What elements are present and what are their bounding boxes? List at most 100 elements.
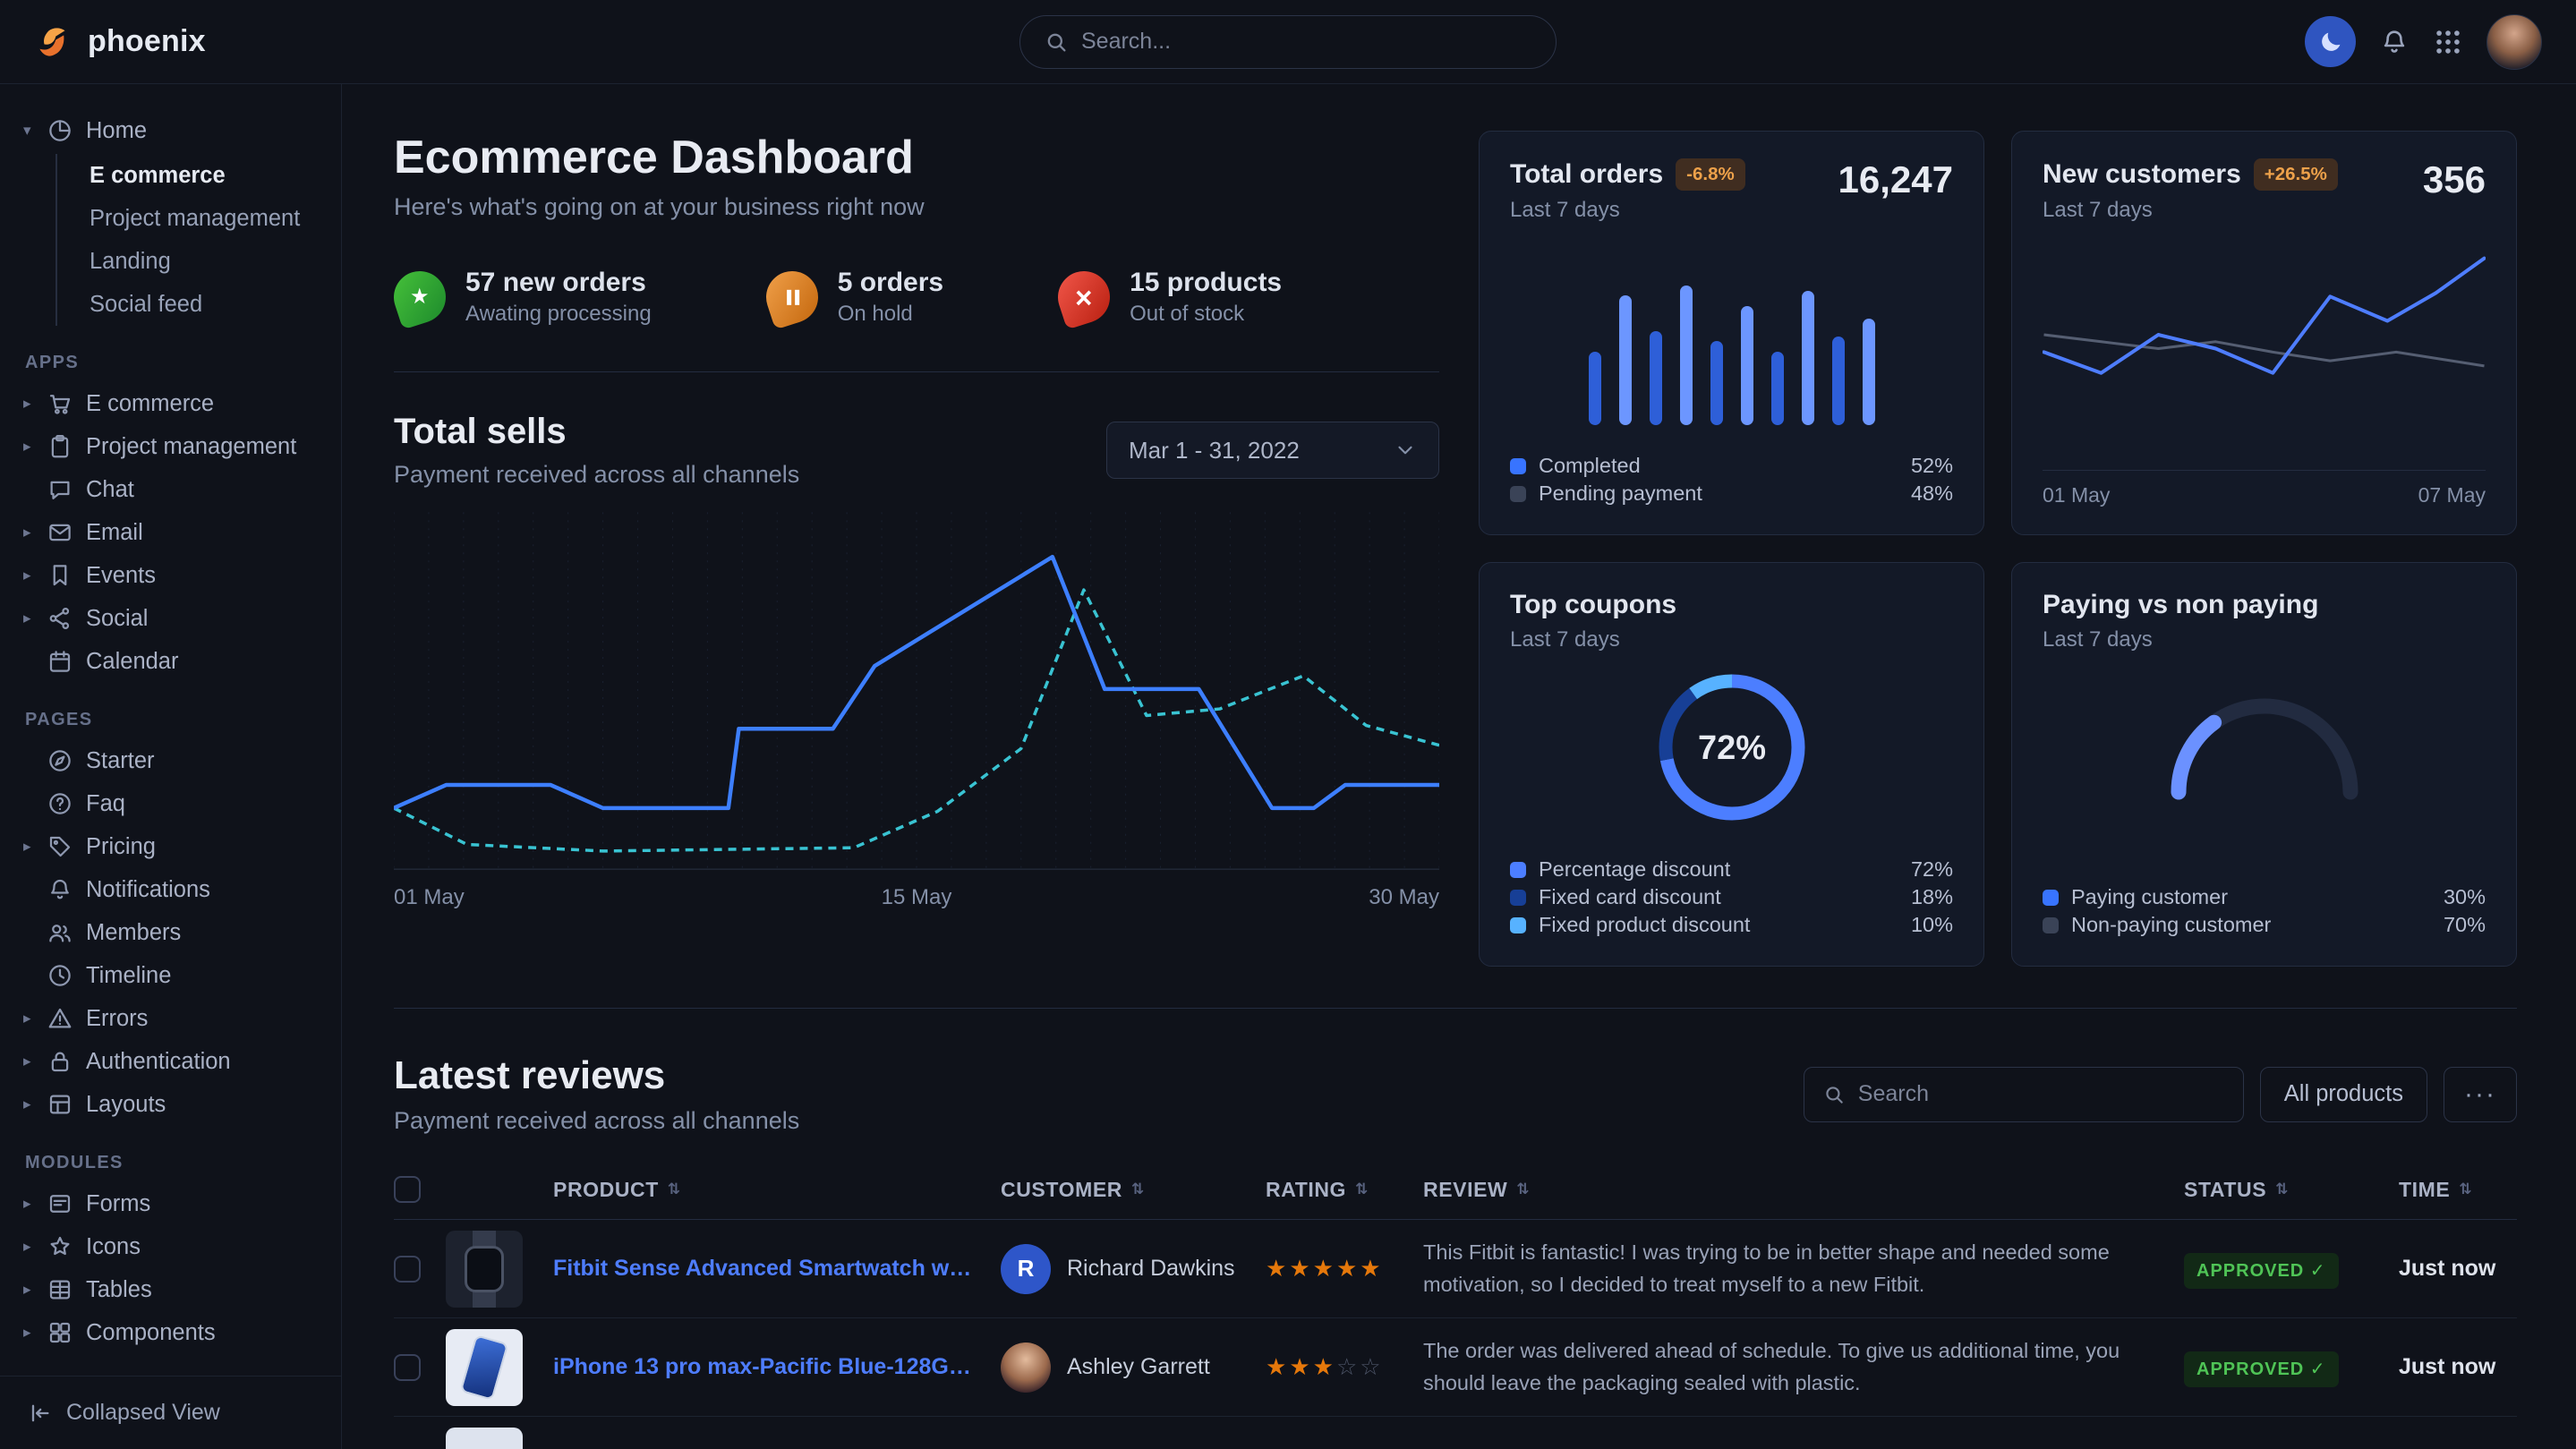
search-input[interactable] — [1081, 29, 1532, 55]
sidebar-item-home[interactable]: ▾ Home — [23, 109, 320, 152]
more-options-button[interactable]: ··· — [2444, 1067, 2517, 1122]
product-thumbnail[interactable] — [446, 1231, 523, 1308]
select-all-checkbox[interactable] — [394, 1176, 421, 1203]
legend-item-fixed-product-discount: Fixed product discount 10% — [1510, 911, 1953, 939]
customer-cell[interactable]: RRichard Dawkins — [1001, 1244, 1266, 1294]
main-content: Ecommerce Dashboard Here's what's going … — [342, 84, 2576, 1449]
product-thumbnail[interactable] — [446, 1329, 523, 1406]
x-axis-label: 30 May — [1369, 885, 1439, 910]
order-stats: ★ 57 new orders Awating processing 5 ord… — [394, 268, 1439, 372]
review-text: The order was delivered ahead of schedul… — [1423, 1335, 2184, 1399]
compass-icon — [47, 747, 73, 774]
phoenix-logo-icon — [34, 21, 75, 63]
sidebar-subitem-e-commerce[interactable]: E commerce — [90, 154, 320, 197]
review-row: Fitbit Sense Advanced Smartwatch with To… — [394, 1220, 2517, 1318]
product-thumbnail[interactable] — [446, 1428, 523, 1449]
legend-swatch — [1510, 862, 1526, 878]
column-header-product[interactable]: PRODUCT⇅ — [553, 1178, 1001, 1202]
sort-icon[interactable]: ⇅ — [1516, 1181, 1530, 1198]
top-coupons-donut-chart: 72% — [1651, 667, 1813, 834]
product-link[interactable]: iPhone 13 pro max-Pacific Blue-128GB sto… — [553, 1354, 1001, 1380]
column-header-status[interactable]: STATUS⇅ — [2184, 1178, 2399, 1202]
sidebar-item-tables[interactable]: ▸ Tables — [23, 1268, 320, 1311]
sidebar-item-notifications[interactable]: Notifications — [23, 868, 320, 911]
reviews-search[interactable] — [1804, 1067, 2244, 1122]
chevron-down-icon: ▾ — [23, 122, 47, 140]
legend-swatch — [1510, 890, 1526, 906]
global-search[interactable] — [1019, 15, 1557, 69]
customer-cell[interactable]: Ashley Garrett — [1001, 1342, 1266, 1393]
sort-icon[interactable]: ⇅ — [2275, 1181, 2289, 1198]
stat-5-orders: 5 orders On hold — [766, 268, 943, 327]
sidebar-item-errors[interactable]: ▸ Errors — [23, 997, 320, 1040]
new-customers-value: 356 — [2423, 158, 2486, 201]
product-link[interactable]: Fitbit Sense Advanced Smartwatch with To… — [553, 1256, 1001, 1282]
sidebar-subitem-social-feed[interactable]: Social feed — [90, 283, 320, 326]
envelope-icon — [47, 519, 73, 546]
reviews-search-input[interactable] — [1858, 1081, 2225, 1107]
legend-item-fixed-card-discount: Fixed card discount 18% — [1510, 883, 1953, 911]
sidebar-item-components[interactable]: ▸ Components — [23, 1311, 320, 1354]
notifications-button[interactable] — [2379, 27, 2410, 57]
sort-icon[interactable]: ⇅ — [668, 1181, 681, 1198]
sort-icon[interactable]: ⇅ — [1355, 1181, 1369, 1198]
dashboard-left-column: Ecommerce Dashboard Here's what's going … — [394, 131, 1439, 967]
row-checkbox[interactable] — [394, 1256, 421, 1283]
sidebar-item-layouts[interactable]: ▸ Layouts — [23, 1083, 320, 1126]
paying-legend: Paying customer 30% Non-paying customer … — [2043, 883, 2486, 939]
sidebar-item-chat[interactable]: Chat — [23, 468, 320, 511]
page-title: Ecommerce Dashboard — [394, 131, 1439, 184]
chevron-right-icon: ▸ — [23, 609, 47, 627]
sort-icon[interactable]: ⇅ — [1131, 1181, 1145, 1198]
latest-reviews-title: Latest reviews — [394, 1053, 799, 1098]
apps-grid-button[interactable] — [2433, 27, 2463, 57]
sidebar-item-starter[interactable]: Starter — [23, 739, 320, 782]
chevron-right-icon: ▸ — [23, 838, 47, 856]
star-icon — [47, 1233, 73, 1260]
sidebar-item-e-commerce[interactable]: ▸ E commerce — [23, 382, 320, 425]
total-sells-title: Total sells — [394, 412, 799, 452]
stat-sublabel: On hold — [838, 302, 943, 327]
column-header-rating[interactable]: RATING⇅ — [1266, 1178, 1423, 1202]
sidebar-item-forms[interactable]: ▸ Forms — [23, 1182, 320, 1225]
star-blob-icon: ★ — [387, 264, 452, 329]
column-header-review[interactable]: REVIEW⇅ — [1423, 1178, 2184, 1202]
clipboard-icon — [47, 433, 73, 460]
legend-swatch — [2043, 917, 2059, 933]
brand-logo[interactable]: phoenix — [34, 21, 206, 63]
theme-toggle-button[interactable] — [2305, 16, 2356, 67]
calendar-icon — [47, 648, 73, 675]
date-range-select[interactable]: Mar 1 - 31, 2022 — [1106, 422, 1439, 479]
search-icon — [1822, 1083, 1846, 1106]
sidebar-item-email[interactable]: ▸ Email — [23, 511, 320, 554]
sidebar-item-social[interactable]: ▸ Social — [23, 597, 320, 640]
x-blob-icon: × — [1052, 264, 1117, 329]
sidebar-item-events[interactable]: ▸ Events — [23, 554, 320, 597]
legend-item-completed: Completed 52% — [1510, 452, 1953, 480]
sidebar-item-faq[interactable]: Faq — [23, 782, 320, 825]
lock-icon — [47, 1048, 73, 1075]
total-sells-chart — [394, 512, 1439, 876]
sidebar-item-authentication[interactable]: ▸ Authentication — [23, 1040, 320, 1083]
sidebar-item-pricing[interactable]: ▸ Pricing — [23, 825, 320, 868]
row-checkbox[interactable] — [394, 1354, 421, 1381]
bar — [1863, 319, 1875, 425]
bell-icon — [2379, 27, 2410, 57]
collapsed-view-button[interactable]: Collapsed View — [0, 1376, 341, 1449]
sidebar: ▾ HomeE commerceProject managementLandin… — [0, 84, 342, 1449]
column-header-time[interactable]: TIME⇅ — [2399, 1178, 2517, 1202]
sort-icon[interactable]: ⇅ — [2459, 1181, 2472, 1198]
sidebar-item-icons[interactable]: ▸ Icons — [23, 1225, 320, 1268]
column-header-customer[interactable]: CUSTOMER⇅ — [1001, 1178, 1266, 1202]
legend-swatch — [1510, 458, 1526, 474]
warning-icon — [47, 1005, 73, 1032]
sidebar-item-project-management[interactable]: ▸ Project management — [23, 425, 320, 468]
sidebar-subitem-landing[interactable]: Landing — [90, 240, 320, 283]
sidebar-subitem-project-management[interactable]: Project management — [90, 197, 320, 240]
chevron-right-icon: ▸ — [23, 1238, 47, 1256]
sidebar-item-calendar[interactable]: Calendar — [23, 640, 320, 683]
sidebar-item-timeline[interactable]: Timeline — [23, 954, 320, 997]
all-products-button[interactable]: All products — [2260, 1067, 2427, 1122]
sidebar-item-members[interactable]: Members — [23, 911, 320, 954]
user-avatar[interactable] — [2486, 14, 2542, 70]
